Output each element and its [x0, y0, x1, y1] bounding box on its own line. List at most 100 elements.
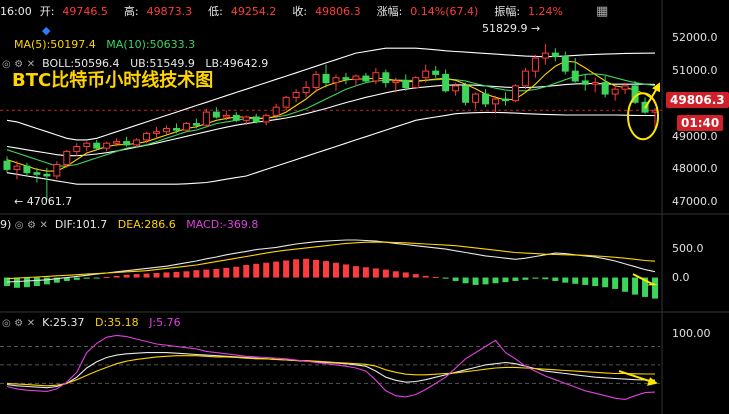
macd-bar: [13, 277, 20, 288]
candle-down: [192, 123, 200, 126]
macd-bar: [512, 277, 519, 281]
macd-bar: [552, 277, 559, 281]
diamond-marker-icon: ◆: [42, 24, 51, 37]
change-value: 0.14%(67.4): [410, 5, 479, 18]
candle-down: [23, 165, 31, 174]
candle-down: [3, 160, 11, 170]
close-icon[interactable]: ✕: [40, 220, 48, 231]
macd-bar: [372, 268, 379, 278]
macd-bar: [442, 277, 449, 279]
change-label: 涨幅:: [376, 5, 403, 18]
macd-bar: [592, 277, 599, 287]
candle-down: [482, 93, 490, 105]
macd-bar: [323, 261, 330, 278]
candle-up: [163, 127, 170, 133]
macd-bar: [342, 264, 349, 278]
macd-bar: [542, 277, 549, 280]
header-time: 16:00: [0, 4, 32, 18]
candle-up: [83, 142, 91, 147]
candle-up: [133, 139, 141, 146]
candle-down: [93, 142, 101, 149]
candle-up: [272, 106, 280, 116]
low-label: 低:: [208, 5, 223, 18]
candle-up: [262, 114, 270, 123]
eye-icon[interactable]: ◎: [2, 318, 11, 329]
macd-bar: [382, 269, 389, 278]
j-line: [6, 334, 656, 400]
macd-bar: [283, 260, 290, 278]
candle-up: [302, 87, 310, 93]
candle-down: [362, 75, 370, 82]
candle-down: [432, 70, 440, 75]
macd-bar: [532, 277, 539, 279]
candle-up: [312, 73, 320, 89]
d-value: D:35.18: [95, 316, 139, 329]
overlay: [618, 82, 661, 386]
macd-bar: [392, 271, 399, 278]
macd-bar: [432, 276, 439, 278]
candle-up: [332, 77, 340, 84]
high-label: 高:: [123, 5, 139, 18]
candle-down: [342, 77, 350, 80]
macd-lines: [6, 239, 656, 283]
settings-icon[interactable]: ⚙: [14, 318, 23, 329]
candle-up: [103, 142, 111, 149]
dea-line: [6, 241, 656, 280]
candle-down: [382, 72, 390, 84]
dif-line: [6, 239, 656, 283]
high-value: 49873.3: [146, 5, 193, 18]
candle-up: [143, 132, 151, 141]
macd-bar: [562, 277, 569, 283]
close-icon[interactable]: ✕: [27, 318, 35, 329]
macd-bar: [472, 277, 479, 285]
price-tick-label: 49000.0: [672, 129, 718, 143]
candle-down: [123, 141, 131, 146]
calendar-icon[interactable]: ▦: [596, 4, 608, 19]
current-price-badge: 49806.3: [666, 92, 729, 108]
ma5-legend: MA(5):50197.4: [14, 38, 96, 51]
price-tick-label: 47000.0: [672, 195, 718, 209]
candle-down: [43, 173, 51, 177]
eye-icon[interactable]: ◎: [2, 59, 11, 70]
low-mark-value: 47061.7: [26, 195, 73, 208]
macd-prefix: 9): [0, 218, 12, 231]
macd-bar: [33, 277, 40, 287]
eye-icon[interactable]: ◎: [15, 220, 24, 231]
ma-legend: MA(5):50197.4 MA(10):50633.3: [14, 38, 195, 51]
macd-bar: [123, 274, 130, 278]
macd-bar: [612, 277, 619, 289]
dea-value: DEA:286.6: [117, 218, 176, 231]
candle-down: [33, 172, 41, 175]
candle-up: [63, 150, 71, 165]
kdj-tick-label: 100.00: [672, 327, 711, 341]
kdj-arrow-head: [647, 377, 659, 386]
macd-bar: [43, 277, 50, 285]
candle-up: [472, 93, 480, 103]
kdj-lines: [6, 334, 656, 400]
macd-bar: [632, 277, 639, 295]
countdown-badge: 01:40: [677, 115, 724, 131]
macd-bar: [422, 275, 429, 278]
candle-up: [621, 85, 629, 90]
macd-bar: [193, 270, 200, 278]
macd-bar: [402, 272, 409, 278]
macd-bar: [572, 277, 579, 284]
candle-up: [13, 165, 21, 170]
macd-legend: 9) ◎ ⚙ ✕ DIF:101.7 DEA:286.6 MACD:-369.8: [0, 218, 258, 231]
macd-bar: [332, 262, 339, 278]
candle-up: [292, 91, 300, 98]
candle-up: [202, 111, 210, 126]
macd-bar: [412, 274, 419, 278]
settings-icon[interactable]: ⚙: [27, 220, 36, 231]
macd-histogram: [3, 258, 659, 299]
ma10-legend: MA(10):50633.3: [106, 38, 196, 51]
candle-down: [501, 98, 509, 102]
candle-up: [53, 164, 61, 177]
candle-down: [252, 116, 260, 123]
candle-down: [571, 70, 579, 82]
macd-bar: [622, 277, 629, 292]
candle-up: [182, 123, 190, 131]
candle-down: [561, 55, 569, 72]
open-label: 开:: [39, 5, 55, 18]
macd-bar: [233, 266, 240, 278]
